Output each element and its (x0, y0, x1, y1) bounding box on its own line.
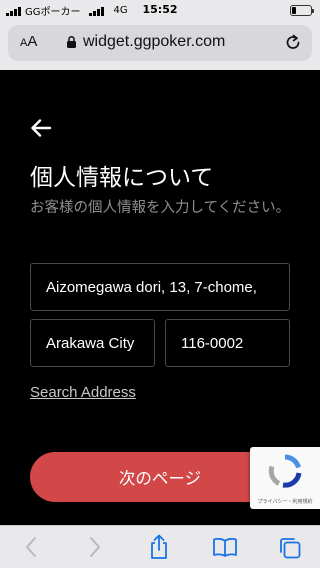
forward-nav-icon[interactable] (88, 536, 102, 558)
page-content: 個人情報について お客様の個人情報を入力してください。 Aizomegawa d… (0, 70, 320, 525)
browser-address-area: AA widget.ggpoker.com (0, 22, 320, 70)
arrow-left-icon[interactable] (30, 118, 52, 138)
status-bar: GGポーカー 4G 15:52 (0, 0, 320, 22)
city-value: Arakawa City (46, 334, 135, 352)
address-bar[interactable]: AA widget.ggpoker.com (8, 25, 312, 61)
postal-code-field[interactable]: 116-0002 (165, 319, 290, 367)
address-line-field[interactable]: Aizomegawa dori, 13, 7-chome, (30, 263, 290, 311)
recaptcha-badge[interactable]: プライバシー・利用規約 (250, 447, 320, 509)
search-address-link[interactable]: Search Address (30, 384, 136, 401)
reload-icon[interactable] (284, 33, 302, 53)
city-field[interactable]: Arakawa City (30, 319, 155, 367)
bookmarks-icon[interactable] (212, 536, 238, 558)
browser-toolbar (0, 525, 320, 568)
share-icon[interactable] (148, 534, 170, 560)
battery-icon (290, 5, 314, 16)
recaptcha-icon (268, 454, 302, 488)
page-subtitle: お客様の個人情報を入力してください。 (30, 200, 291, 216)
tabs-icon[interactable] (278, 536, 302, 560)
page-title: 個人情報について (30, 165, 214, 191)
lock-icon (67, 35, 76, 48)
recaptcha-privacy-text[interactable]: プライバシー・利用規約 (250, 498, 320, 505)
url-display[interactable]: widget.ggpoker.com (66, 33, 225, 51)
status-time: 15:52 (142, 3, 178, 16)
url-text: widget.ggpoker.com (83, 33, 226, 50)
text-size-large-label: A (27, 33, 38, 50)
postal-code-value: 116-0002 (181, 334, 244, 352)
address-line-value: Aizomegawa dori, 13, 7-chome, (46, 278, 257, 296)
back-nav-icon[interactable] (24, 536, 38, 558)
text-size-button[interactable]: AA (20, 33, 37, 50)
